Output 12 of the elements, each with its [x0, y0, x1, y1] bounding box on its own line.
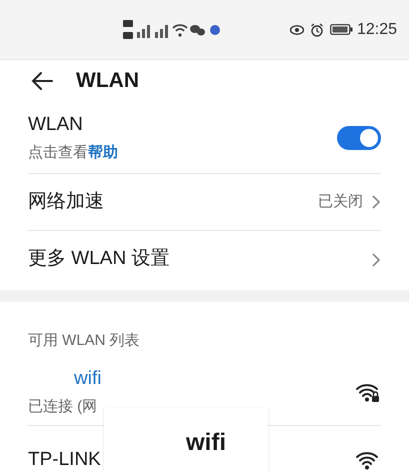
wifi-tooltip: wifi	[104, 408, 268, 471]
wlan-hint: 点击查看帮助	[28, 142, 119, 162]
page-title: WLAN	[76, 68, 139, 94]
section-title: 可用 WLAN 列表	[28, 330, 140, 350]
network-name: wifi	[73, 367, 102, 391]
wlan-label: WLAN	[28, 113, 84, 137]
settings-value: 已关闭	[318, 192, 363, 212]
settings-label: 网络加速	[28, 190, 105, 214]
network-name: TP-LINK	[28, 448, 102, 471]
network-status: 已连接 (网	[28, 396, 98, 416]
settings-label: 更多 WLAN 设置	[28, 247, 170, 272]
status-time: 12:25	[356, 20, 397, 40]
